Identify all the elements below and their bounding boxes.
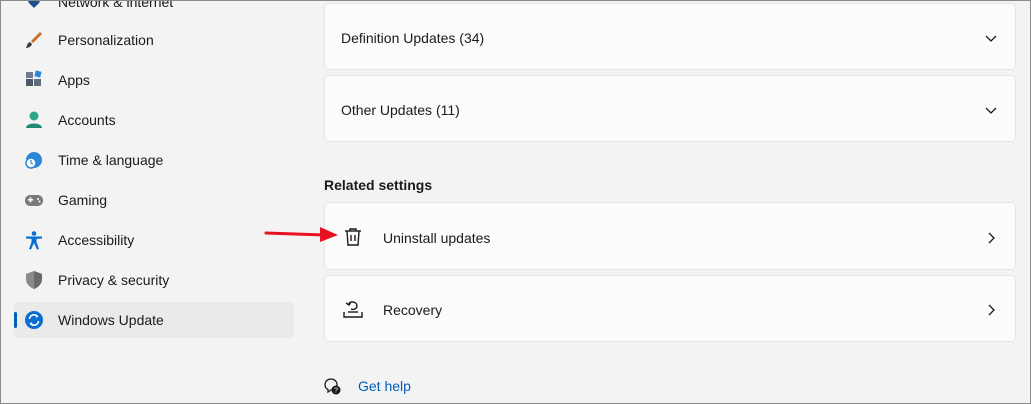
sidebar-item-label: Accounts [58, 112, 116, 128]
trash-icon [345, 228, 361, 246]
shield-icon [24, 270, 44, 290]
sidebar-item-privacy-security[interactable]: Privacy & security [14, 262, 294, 298]
update-icon [24, 310, 44, 330]
get-help-link[interactable]: ? Get help [322, 376, 411, 396]
sidebar-item-personalization[interactable]: Personalization [14, 22, 294, 58]
chevron-down-icon[interactable] [983, 30, 999, 46]
definition-updates-card[interactable]: Definition Updates (34) [324, 3, 1016, 70]
globe-clock-icon [24, 150, 44, 170]
accessibility-icon [24, 230, 44, 250]
annotation-arrow-icon [264, 227, 338, 242]
person-icon [24, 110, 44, 130]
apps-icon [24, 70, 44, 90]
sidebar-item-accounts[interactable]: Accounts [14, 102, 294, 138]
sidebar-item-label: Time & language [58, 152, 164, 168]
sidebar-item-label: Network & internet [58, 0, 174, 10]
brush-icon [24, 30, 44, 50]
sidebar-item-label: Personalization [58, 32, 154, 48]
chevron-down-icon[interactable] [983, 102, 999, 118]
sidebar-item-network[interactable]: Network & internet [14, 0, 294, 20]
recovery-icon [343, 301, 363, 318]
sidebar-item-label: Privacy & security [58, 272, 170, 288]
sidebar-item-windows-update[interactable]: Windows Update [14, 302, 294, 338]
chevron-right-icon[interactable] [983, 230, 999, 246]
other-updates-card[interactable]: Other Updates (11) [324, 75, 1016, 142]
gamepad-icon [24, 190, 44, 210]
recovery-card[interactable]: Recovery [324, 275, 1016, 342]
sidebar: Network & internet Personalization Apps [0, 0, 300, 404]
sidebar-item-label: Accessibility [58, 232, 135, 248]
network-icon [24, 0, 44, 12]
get-help-label: Get help [358, 378, 411, 394]
definition-updates-label: Definition Updates (34) [341, 30, 485, 46]
related-settings-heading: Related settings [324, 177, 433, 193]
other-updates-label: Other Updates (11) [341, 102, 460, 118]
svg-text:?: ? [334, 388, 338, 395]
sidebar-item-label: Gaming [58, 192, 108, 208]
sidebar-item-label: Apps [58, 72, 90, 88]
recovery-label: Recovery [383, 302, 443, 318]
active-indicator [14, 312, 17, 328]
sidebar-item-label: Windows Update [58, 312, 164, 328]
uninstall-updates-label: Uninstall updates [383, 230, 491, 246]
uninstall-updates-card[interactable]: Uninstall updates [324, 202, 1016, 270]
chevron-right-icon[interactable] [983, 302, 999, 318]
sidebar-item-apps[interactable]: Apps [14, 62, 294, 98]
sidebar-item-accessibility[interactable]: Accessibility [14, 222, 294, 258]
help-chat-icon: ? [324, 378, 341, 395]
sidebar-item-gaming[interactable]: Gaming [14, 182, 294, 218]
sidebar-item-time-language[interactable]: Time & language [14, 142, 294, 178]
